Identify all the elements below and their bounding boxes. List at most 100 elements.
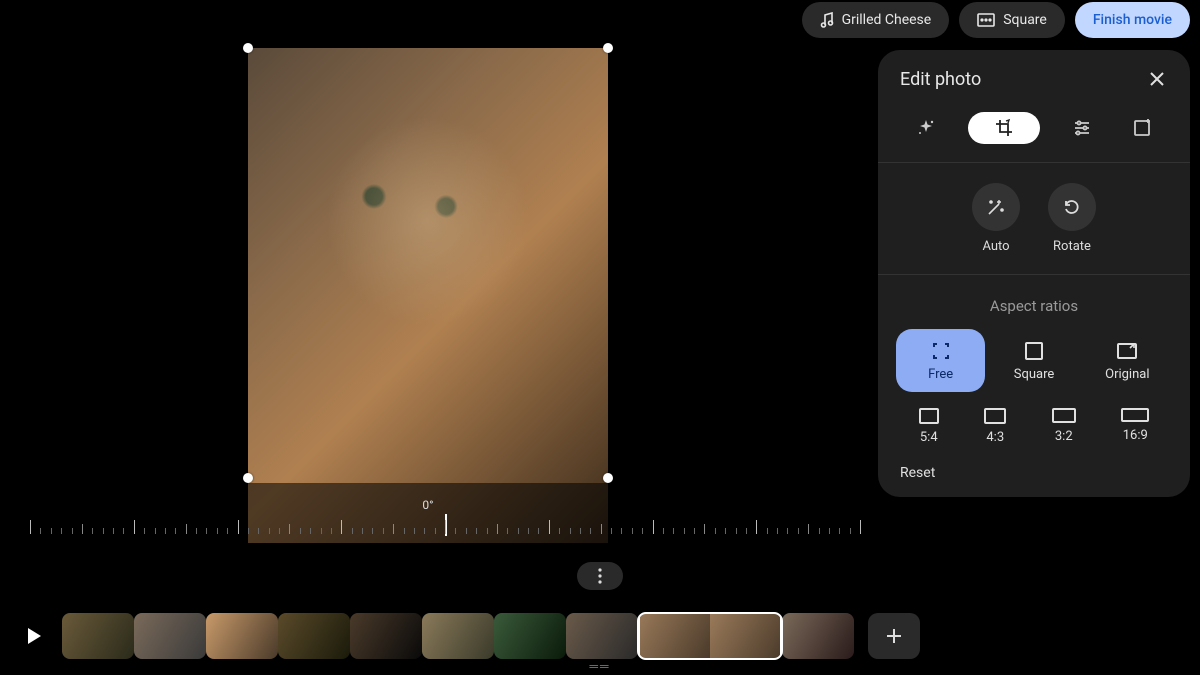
- ruler-tick: [269, 528, 270, 534]
- clip-10[interactable]: [782, 613, 854, 659]
- tab-crop[interactable]: [968, 112, 1040, 144]
- thumb: [566, 613, 638, 659]
- ruler-tick: [642, 528, 643, 534]
- ruler-tick: [289, 524, 290, 534]
- clip-3[interactable]: [206, 613, 278, 659]
- ruler-tick: [103, 528, 104, 534]
- aspect-pill[interactable]: Square: [959, 2, 1065, 38]
- add-clip-button[interactable]: [868, 613, 920, 659]
- clip-5[interactable]: [350, 613, 422, 659]
- clip-7[interactable]: [494, 613, 566, 659]
- crop-handle-bottom-left[interactable]: [243, 473, 253, 483]
- crop-handle-top-left[interactable]: [243, 43, 253, 53]
- reset-label: Reset: [900, 465, 935, 481]
- play-icon: [26, 627, 42, 645]
- finish-movie-button[interactable]: Finish movie: [1075, 2, 1190, 38]
- ruler-tick: [808, 524, 809, 534]
- clip-6[interactable]: [422, 613, 494, 659]
- ruler-tick: [518, 528, 519, 534]
- crop-handle-top-right[interactable]: [603, 43, 613, 53]
- ratio-5-4[interactable]: 5:4: [919, 408, 939, 445]
- thumb: [206, 613, 278, 659]
- ratio-5-4-label: 5:4: [920, 430, 938, 445]
- reset-button[interactable]: Reset: [878, 449, 1190, 489]
- ratio-free[interactable]: Free: [896, 329, 985, 392]
- ruler-tick: [715, 528, 716, 534]
- ruler-tick: [51, 528, 52, 534]
- ratio-3-2[interactable]: 3:2: [1052, 408, 1076, 445]
- ruler-tick: [538, 528, 539, 534]
- tab-suggestions[interactable]: [908, 112, 944, 144]
- ruler-tick: [673, 528, 674, 534]
- clip-strip[interactable]: [62, 613, 1180, 659]
- ruler-tick: [466, 528, 467, 534]
- ratio-4-3[interactable]: 4:3: [984, 408, 1006, 445]
- ruler-tick: [424, 528, 425, 534]
- ruler-tick: [455, 528, 456, 534]
- ruler-tick: [352, 528, 353, 534]
- clip-more-button[interactable]: [577, 562, 623, 590]
- ruler-tick: [40, 528, 41, 534]
- ratio-4-3-label: 4:3: [986, 430, 1004, 445]
- photo-crop-area[interactable]: [248, 48, 608, 543]
- ruler-tick: [621, 528, 622, 534]
- rotate-label: Rotate: [1053, 239, 1091, 254]
- rotation-degree-label: 0°: [422, 498, 433, 512]
- ratio-square[interactable]: Square: [989, 329, 1078, 392]
- ruler-tick: [549, 520, 550, 534]
- ratio-3-2-icon: [1052, 408, 1076, 423]
- ruler-tick: [155, 528, 156, 534]
- add-frame-icon: [1132, 118, 1152, 138]
- crop-overflow-mask: [248, 483, 608, 543]
- audio-track-pill[interactable]: Grilled Cheese: [802, 2, 950, 38]
- ratio-3-2-label: 3:2: [1055, 429, 1073, 444]
- ruler-tick: [590, 528, 591, 534]
- auto-label: Auto: [982, 239, 1009, 254]
- clip-9-selected[interactable]: [638, 613, 782, 659]
- ruler-tick: [175, 528, 176, 534]
- ruler-tick: [321, 528, 322, 534]
- ruler-tick: [559, 528, 560, 534]
- ruler-tick: [238, 520, 239, 534]
- close-panel-button[interactable]: [1146, 68, 1168, 90]
- thumb: [422, 613, 494, 659]
- drag-handle-icon[interactable]: ══: [589, 659, 610, 673]
- free-crop-icon: [928, 341, 954, 361]
- ruler-tick: [860, 520, 861, 534]
- ratio-original[interactable]: Original: [1083, 329, 1172, 392]
- clip-4[interactable]: [278, 613, 350, 659]
- sparkle-icon: [916, 118, 936, 138]
- tab-markup[interactable]: [1124, 112, 1160, 144]
- ruler-tick: [850, 528, 851, 534]
- finish-movie-label: Finish movie: [1093, 12, 1172, 28]
- ruler-tick: [134, 520, 135, 534]
- ruler-tick: [30, 520, 31, 534]
- clip-8[interactable]: [566, 613, 638, 659]
- ruler-tick: [113, 528, 114, 534]
- thumb: [710, 613, 782, 659]
- ruler-tick: [414, 528, 415, 534]
- ratio-16-9-icon: [1121, 408, 1149, 422]
- thumb: [278, 613, 350, 659]
- rotate-ccw-icon: [1048, 183, 1096, 231]
- ruler-tick: [279, 528, 280, 534]
- aspect-ratios-title: Aspect ratios: [878, 275, 1190, 329]
- play-button[interactable]: [20, 622, 48, 650]
- ruler-tick: [725, 528, 726, 534]
- clip-2[interactable]: [134, 613, 206, 659]
- tab-adjust[interactable]: [1064, 112, 1100, 144]
- ruler-tick: [487, 528, 488, 534]
- thumb: [494, 613, 566, 659]
- rotate-button[interactable]: Rotate: [1048, 183, 1096, 254]
- ratio-16-9[interactable]: 16:9: [1121, 408, 1149, 445]
- ruler-tick: [258, 528, 259, 534]
- music-note-icon: [820, 12, 834, 28]
- ruler-tick: [404, 528, 405, 534]
- ruler-tick: [227, 528, 228, 534]
- auto-button[interactable]: Auto: [972, 183, 1020, 254]
- clip-1[interactable]: [62, 613, 134, 659]
- crop-handle-bottom-right[interactable]: [603, 473, 613, 483]
- rotation-ruler[interactable]: [30, 518, 860, 534]
- ruler-tick: [206, 528, 207, 534]
- ruler-tick: [217, 528, 218, 534]
